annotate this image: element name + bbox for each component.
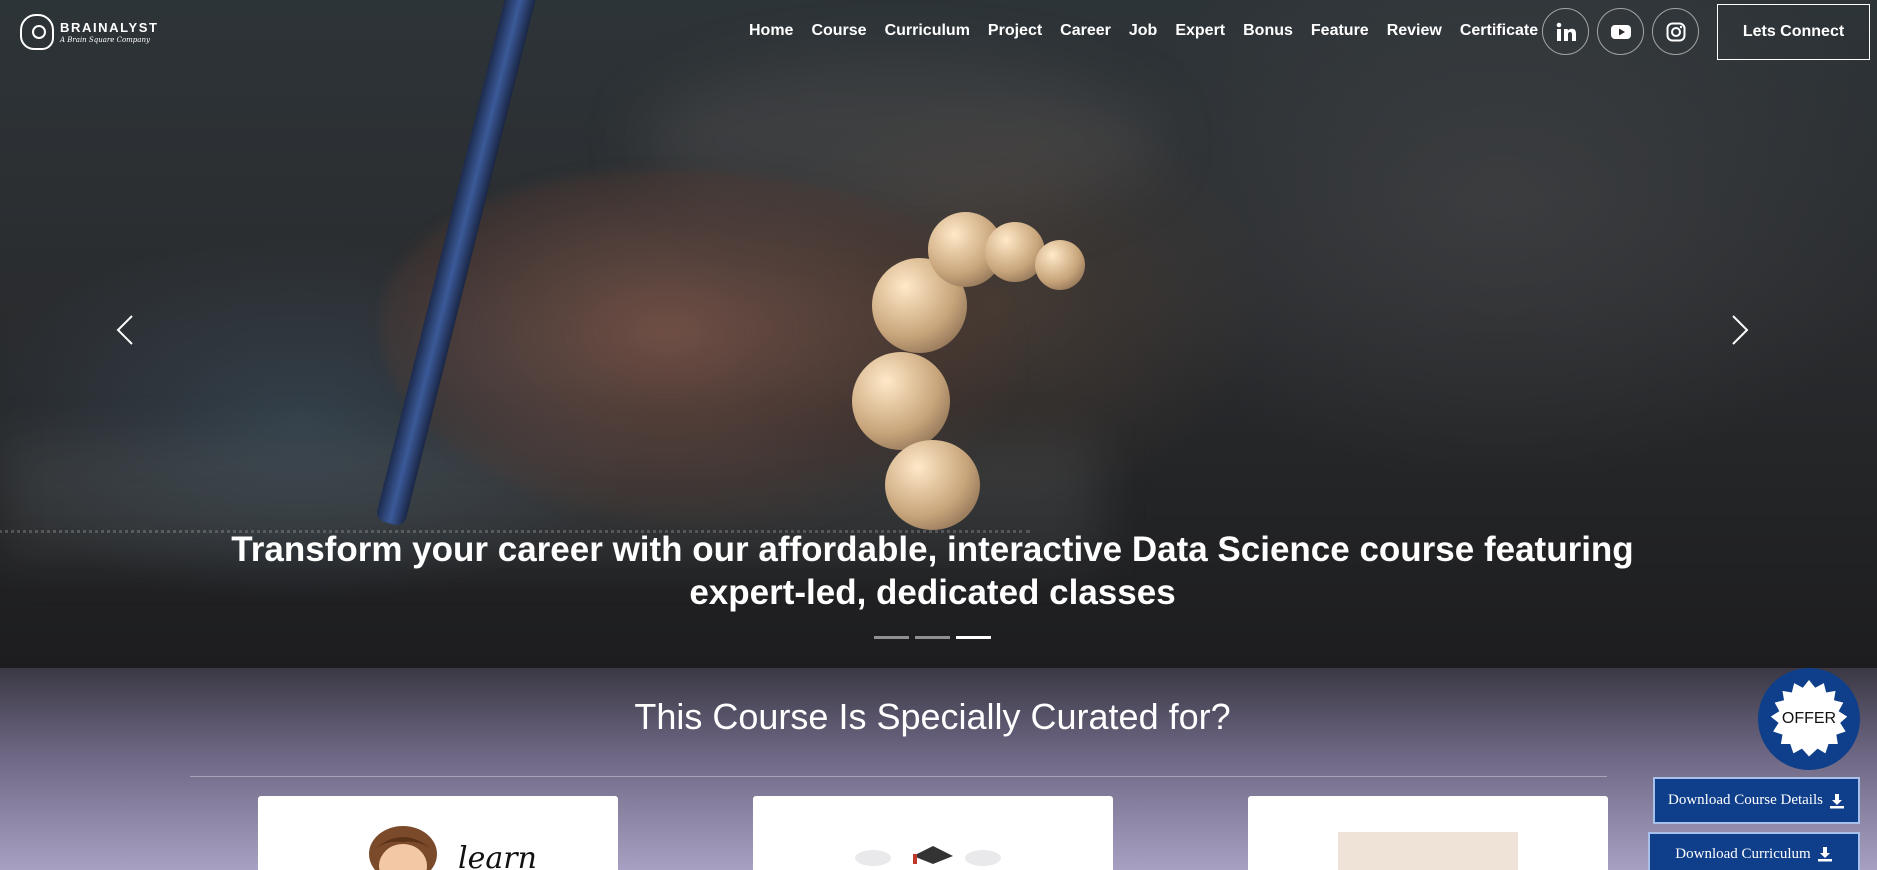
carousel-indicator[interactable] xyxy=(874,636,909,639)
starburst-icon: OFFER xyxy=(1770,680,1848,757)
audience-card[interactable]: learn xyxy=(258,796,618,870)
hero-image-pearl xyxy=(885,440,980,530)
curated-section: This Course Is Specially Curated for? le… xyxy=(0,668,1877,870)
download-course-details-button[interactable]: Download Course Details xyxy=(1653,777,1860,824)
nav-link-certificate[interactable]: Certificate xyxy=(1451,22,1547,40)
chevron-right-icon xyxy=(1732,315,1749,345)
nav-link-career[interactable]: Career xyxy=(1051,22,1120,40)
linkedin-button[interactable] xyxy=(1542,8,1589,55)
youtube-icon xyxy=(1610,24,1631,39)
instagram-icon xyxy=(1666,22,1685,41)
top-navbar: BRAINALYST A Brain Square Company Home C… xyxy=(0,0,1877,64)
section-divider xyxy=(190,776,1607,777)
nav-link-curriculum[interactable]: Curriculum xyxy=(876,22,979,40)
nav-link-expert[interactable]: Expert xyxy=(1166,22,1234,40)
hero-caption: Transform your career with our affordabl… xyxy=(231,530,1634,612)
instagram-button[interactable] xyxy=(1652,8,1699,55)
download-icon xyxy=(1817,847,1832,862)
chevron-left-icon xyxy=(116,315,133,345)
audience-card[interactable] xyxy=(753,796,1113,870)
offer-label: OFFER xyxy=(1781,710,1837,727)
main-nav: Home Course Curriculum Project Career Jo… xyxy=(740,22,1547,40)
nav-link-project[interactable]: Project xyxy=(979,22,1051,40)
brain-head-icon xyxy=(20,14,54,50)
nav-link-course[interactable]: Course xyxy=(802,22,875,40)
hero-image-pearl xyxy=(852,352,950,450)
nav-link-review[interactable]: Review xyxy=(1378,22,1451,40)
brand-tagline: A Brain Square Company xyxy=(60,36,150,44)
download-icon xyxy=(1829,793,1844,808)
section-title: This Course Is Specially Curated for? xyxy=(634,696,1231,737)
linkedin-icon xyxy=(1556,22,1576,41)
card-1-handwriting: learn xyxy=(458,841,537,870)
carousel-prev-button[interactable] xyxy=(105,310,145,350)
nav-link-job[interactable]: Job xyxy=(1120,22,1166,40)
professional-illustration xyxy=(1338,832,1518,870)
social-links xyxy=(1542,8,1699,55)
lets-connect-button[interactable]: Lets Connect xyxy=(1717,4,1870,60)
hero-image-pearl xyxy=(1035,240,1085,290)
carousel-indicators xyxy=(874,636,991,639)
nav-link-home[interactable]: Home xyxy=(740,22,802,40)
download-course-details-label: Download Course Details xyxy=(1668,792,1823,808)
youtube-button[interactable] xyxy=(1597,8,1644,55)
offer-badge[interactable]: OFFER xyxy=(1758,668,1860,770)
carousel-next-button[interactable] xyxy=(1720,310,1760,350)
nav-link-feature[interactable]: Feature xyxy=(1302,22,1378,40)
hero-carousel: Transform your career with our affordabl… xyxy=(0,0,1877,668)
audience-card[interactable] xyxy=(1248,796,1608,870)
download-curriculum-label: Download Curriculum xyxy=(1675,845,1811,862)
brand-name: BRAINALYST xyxy=(60,20,159,35)
carousel-indicator-active[interactable] xyxy=(956,636,991,639)
carousel-indicator[interactable] xyxy=(915,636,950,639)
graduate-illustration xyxy=(855,846,1001,866)
brand-logo[interactable]: BRAINALYST A Brain Square Company xyxy=(20,14,159,50)
download-curriculum-button[interactable]: Download Curriculum xyxy=(1648,832,1860,870)
nav-link-bonus[interactable]: Bonus xyxy=(1234,22,1302,40)
student-illustration: learn xyxy=(369,826,537,870)
